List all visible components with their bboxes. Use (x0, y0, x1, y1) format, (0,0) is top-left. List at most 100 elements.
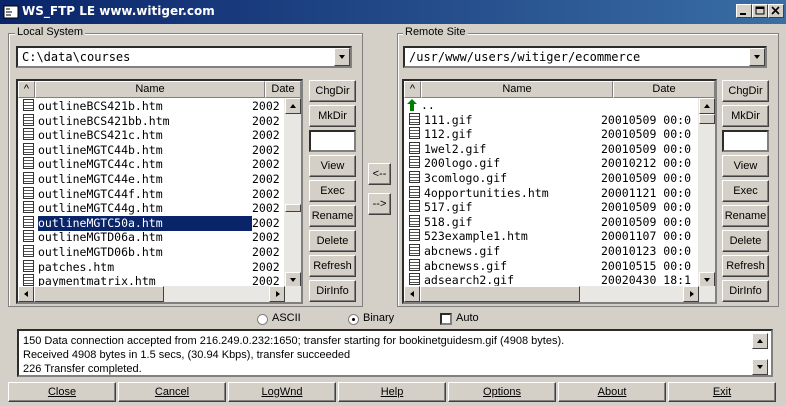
remote-file-list[interactable]: ^ Name Date .. 111.gif 20010509 00:0 112.g… (402, 79, 717, 304)
remote-vscroll[interactable] (698, 98, 715, 288)
list-item[interactable]: 112.gif 20010509 00:0 (406, 127, 691, 142)
list-item[interactable]: 111.gif 20010509 00:0 (406, 112, 691, 128)
cancel-button[interactable]: Cancel (118, 382, 226, 402)
help-button[interactable]: Help (338, 382, 446, 402)
scroll-left-icon[interactable] (18, 286, 34, 302)
file-name: outlineMGTC44e.htm (38, 172, 163, 186)
sort-up-header[interactable]: ^ (404, 81, 421, 98)
file-date: 20010509 00:0 (601, 127, 692, 142)
chevron-down-icon[interactable] (334, 48, 350, 66)
close-window-button[interactable] (768, 4, 784, 18)
list-item[interactable]: outlineBCS421bb.htm 2002 (20, 113, 280, 129)
remote-mkdir-button[interactable]: MkDir (722, 105, 769, 127)
scroll-right-icon[interactable] (683, 286, 699, 302)
file-icon (23, 259, 34, 272)
scroll-right-icon[interactable] (269, 286, 285, 302)
scroll-left-icon[interactable] (404, 286, 420, 302)
remote-refresh-button[interactable]: Refresh (722, 255, 769, 277)
list-item[interactable]: outlineMGTC44b.htm 2002 (20, 142, 280, 158)
file-icon (409, 229, 420, 242)
file-name: outlineMGTC50a.htm (37, 214, 253, 232)
ascii-radio[interactable] (257, 314, 268, 325)
remote-chgdir-button[interactable]: ChgDir (722, 80, 769, 102)
exit-button[interactable]: Exit (668, 382, 776, 402)
file-icon (409, 112, 420, 125)
window-title: WS_FTP LE www.witiger.com (22, 4, 215, 18)
file-name: outlineMGTC44c.htm (38, 157, 163, 172)
remote-exec-button[interactable]: Exec (722, 180, 769, 202)
remote-filter-input[interactable] (722, 130, 769, 152)
remote-path-combo[interactable]: /usr/www/users/witiger/ecommerce (403, 46, 767, 68)
remote-col-date[interactable]: Date (613, 81, 715, 98)
local-refresh-button[interactable]: Refresh (309, 255, 356, 277)
remote-hscroll-thumb[interactable] (420, 286, 580, 302)
transfer-to-local-button[interactable]: <-- (368, 163, 391, 185)
remote-delete-button[interactable]: Delete (722, 230, 769, 252)
list-item[interactable]: outlineMGTC44e.htm 2002 (20, 172, 280, 187)
file-icon (23, 245, 34, 257)
file-name: 112.gif (424, 127, 473, 142)
local-filter-input[interactable] (309, 130, 356, 152)
scroll-up-icon[interactable] (285, 98, 301, 114)
message-log[interactable]: 150 Data connection accepted from 216.24… (17, 329, 773, 377)
sort-up-header[interactable]: ^ (18, 81, 35, 98)
list-item[interactable]: 200logo.gif 20010212 00:0 (406, 156, 691, 171)
remote-view-button[interactable]: View (722, 155, 769, 177)
local-view-button[interactable]: View (309, 155, 356, 177)
chevron-down-icon[interactable] (749, 48, 765, 66)
file-date: 2002 (252, 230, 280, 245)
list-item[interactable]: 523example1.htm 20001107 00:0 (406, 229, 691, 244)
local-path-combo[interactable]: C:\data\courses (16, 46, 352, 68)
remote-vscroll-thumb[interactable] (699, 114, 715, 124)
logwnd-button[interactable]: LogWnd (228, 382, 336, 402)
about-button[interactable]: About (558, 382, 666, 402)
list-item[interactable]: outlineMGTC44c.htm 2002 (20, 157, 280, 172)
list-item[interactable]: outlineMGTC44f.htm 2002 (20, 186, 280, 202)
scroll-up-icon[interactable] (699, 98, 715, 114)
list-item[interactable]: 518.gif 20010509 00:0 (406, 214, 691, 230)
local-file-list[interactable]: ^ Name Date outlineBCS421b.htm 2002 outlin… (16, 79, 303, 304)
list-item[interactable]: 3comlogo.gif 20010509 00:0 (406, 171, 691, 186)
list-item[interactable]: outlineMGTC44g.htm 2002 (20, 201, 280, 216)
local-col-name[interactable]: Name (35, 81, 265, 98)
maximize-button[interactable] (752, 4, 768, 18)
auto-checkbox[interactable] (440, 313, 452, 325)
log-scroll-up-icon[interactable] (752, 333, 768, 349)
remote-dirinfo-button[interactable]: DirInfo (722, 280, 769, 302)
close-button[interactable]: Close (8, 382, 116, 402)
parent-dir-row[interactable]: .. (406, 98, 435, 113)
local-dirinfo-button[interactable]: DirInfo (309, 280, 356, 302)
file-icon (23, 274, 34, 287)
local-rename-button[interactable]: Rename (309, 205, 356, 227)
file-icon (409, 214, 420, 227)
local-col-date[interactable]: Date (265, 81, 301, 98)
local-chgdir-button[interactable]: ChgDir (309, 80, 356, 102)
local-mkdir-button[interactable]: MkDir (309, 105, 356, 127)
log-scroll-down-icon[interactable] (752, 359, 768, 375)
remote-col-name[interactable]: Name (421, 81, 613, 98)
local-hscroll-thumb[interactable] (34, 286, 164, 302)
options-button[interactable]: Options (448, 382, 556, 402)
list-item[interactable]: patches.htm 2002 (20, 259, 280, 275)
binary-radio[interactable] (348, 314, 359, 325)
auto-label: Auto (456, 312, 479, 324)
local-vscroll[interactable] (284, 98, 301, 288)
file-date: 2002 (252, 99, 280, 113)
list-item[interactable]: abcnewss.gif 20010515 00:0 (406, 258, 691, 274)
local-delete-button[interactable]: Delete (309, 230, 356, 252)
list-item[interactable]: outlineMGTD06b.htm 2002 (20, 245, 280, 260)
list-item[interactable]: abcnews.gif 20010123 00:0 (406, 244, 691, 259)
list-item[interactable]: outlineBCS421b.htm 2002 (20, 99, 280, 114)
local-vscroll-thumb[interactable] (285, 204, 301, 212)
remote-rename-button[interactable]: Rename (722, 205, 769, 227)
list-item[interactable]: outlineMGTD06a.htm 2002 (20, 230, 280, 245)
list-item[interactable]: 517.gif 20010509 00:0 (406, 200, 691, 215)
list-item[interactable]: outlineMGTC50a.htm 2002 (20, 214, 280, 232)
list-item[interactable]: 4opportunities.htm 20001121 00:0 (406, 185, 691, 201)
transfer-to-remote-button[interactable]: --> (368, 193, 391, 215)
list-item[interactable]: 1wel2.gif 20010509 00:0 (406, 141, 691, 157)
minimize-button[interactable] (736, 4, 752, 18)
local-exec-button[interactable]: Exec (309, 180, 356, 202)
list-item[interactable]: outlineBCS421c.htm 2002 (20, 128, 280, 143)
file-date: 2002 (252, 201, 280, 216)
